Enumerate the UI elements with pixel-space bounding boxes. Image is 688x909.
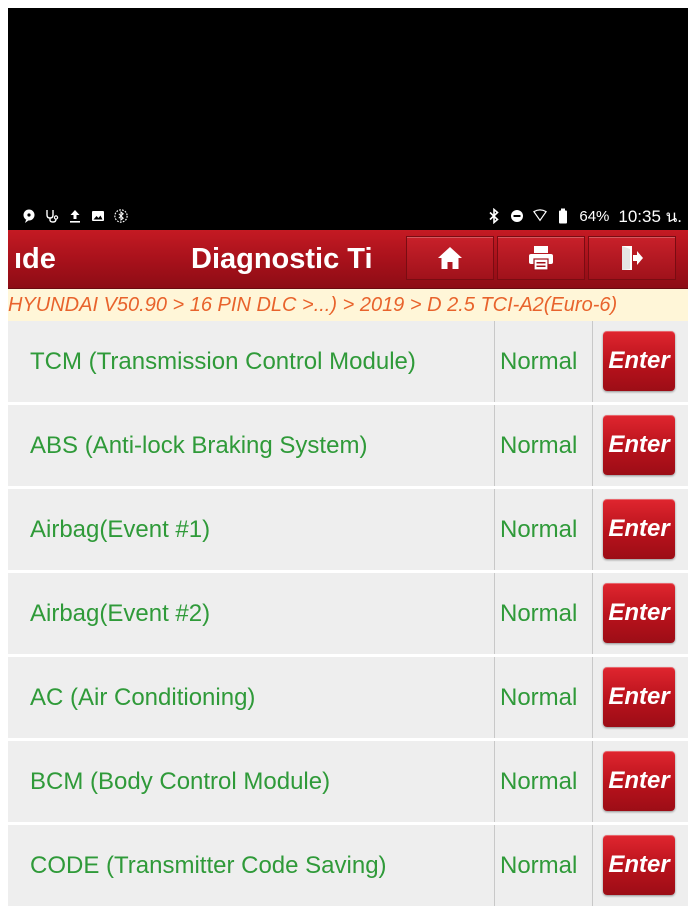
enter-button[interactable]: Enter [603,499,675,559]
column-divider [592,321,593,402]
breadcrumb: HYUNDAI V50.90 > 16 PIN DLC >...) > 2019… [8,289,688,321]
module-name: BCM (Body Control Module) [30,768,331,795]
module-name: Airbag(Event #2) [30,600,211,627]
exit-icon [620,245,644,271]
column-divider [494,321,495,402]
chat-icon [22,209,36,223]
bluetooth-circle-icon [114,209,128,223]
title-left-fragment: ıde [14,243,56,275]
clock: 10:35 น. [618,206,682,226]
column-divider [592,573,593,654]
column-divider [494,405,495,486]
list-item[interactable]: ABS (Anti-lock Braking System) Normal Ente… [8,405,688,489]
status-bar-notifications [22,209,128,223]
status-label: Normal [500,600,578,627]
column-divider [494,489,495,570]
enter-button[interactable]: Enter [603,835,675,895]
app-title-bar: ıde Diagnostic Ti [8,230,688,289]
module-name: ABS (Anti-lock Braking System) [30,432,368,459]
enter-button[interactable]: Enter [603,751,675,811]
module-name: Airbag(Event #1) [30,516,211,543]
column-divider [592,489,593,570]
battery-icon [556,208,570,224]
battery-percent: 64% [579,207,610,225]
status-label: Normal [500,516,578,543]
column-divider [494,573,495,654]
status-label: Normal [500,684,578,711]
image-icon [91,209,105,223]
upload-icon [68,209,82,223]
enter-button[interactable]: Enter [603,415,675,475]
column-divider [494,825,495,906]
status-label: Normal [500,852,578,879]
list-item[interactable]: BCM (Body Control Module) Normal Enter [8,741,688,825]
android-status-bar: 64% 10:35 น. [8,202,688,230]
list-item[interactable]: AC (Air Conditioning) Normal Enter [8,657,688,741]
column-divider [494,657,495,738]
list-item[interactable]: Airbag(Event #1) Normal Enter [8,489,688,573]
stethoscope-icon [45,209,59,223]
module-name: CODE (Transmitter Code Saving) [30,852,387,879]
home-icon [437,246,463,270]
module-name: AC (Air Conditioning) [30,684,256,711]
wifi-icon [533,209,548,223]
home-button[interactable] [406,236,494,280]
list-item[interactable]: TCM (Transmission Control Module) Normal E… [8,321,688,405]
black-top-area [8,8,688,202]
status-label: Normal [500,348,578,375]
list-item[interactable]: Airbag(Event #2) Normal Enter [8,573,688,657]
enter-button[interactable]: Enter [603,331,675,391]
list-item[interactable]: CODE (Transmitter Code Saving) Normal Ente… [8,825,688,909]
printer-icon [527,245,555,271]
do-not-disturb-icon [510,209,524,223]
status-label: Normal [500,432,578,459]
module-name: TCM (Transmission Control Module) [30,348,416,375]
column-divider [494,741,495,822]
column-divider [592,657,593,738]
bluetooth-icon [487,208,501,224]
enter-button[interactable]: Enter [603,667,675,727]
page-title: Diagnostic Ti [191,243,373,275]
column-divider [592,825,593,906]
status-bar-system: 64% 10:35 น. [487,203,682,230]
module-list: TCM (Transmission Control Module) Normal E… [8,321,688,909]
column-divider [592,405,593,486]
exit-button[interactable] [588,236,676,280]
print-button[interactable] [497,236,585,280]
enter-button[interactable]: Enter [603,583,675,643]
status-label: Normal [500,768,578,795]
column-divider [592,741,593,822]
